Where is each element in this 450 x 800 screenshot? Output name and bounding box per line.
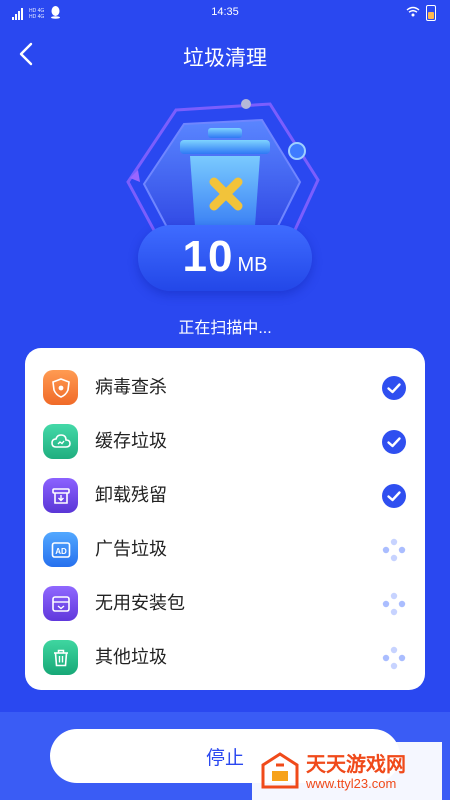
scan-item-label: 无用安装包 <box>95 593 185 613</box>
battery-icon <box>426 5 436 21</box>
site-watermark: 天天游戏网 www.ttyl23.com <box>252 742 442 800</box>
loading-spinner-icon <box>381 537 407 563</box>
trash-icon <box>43 640 78 675</box>
ad-icon: AD <box>43 532 78 567</box>
loading-spinner-icon <box>381 645 407 671</box>
scan-item-other[interactable]: 其他垃圾 <box>25 628 425 682</box>
package-icon <box>43 586 78 621</box>
loading-spinner-icon <box>381 591 407 617</box>
scan-item-label: 卸载残留 <box>95 485 167 505</box>
junk-size-value: 10 <box>182 232 234 281</box>
watermark-url: www.ttyl23.com <box>306 776 397 791</box>
scan-item-label: 病毒查杀 <box>95 377 167 397</box>
scan-item-label: 其他垃圾 <box>95 647 167 667</box>
scan-status-text: 正在扫描中... <box>178 320 272 337</box>
uninstall-box-icon <box>43 478 78 513</box>
watermark-logo-icon <box>261 752 299 789</box>
wifi-icon <box>406 6 420 20</box>
navigation-bar: 垃圾清理 <box>0 34 450 74</box>
clock: 14:35 <box>211 6 239 18</box>
scan-items-card: 病毒查杀 缓存垃圾 卸载残留 AD 广告垃圾 无用安装包 其他垃圾 <box>25 348 425 690</box>
scan-item-packages[interactable]: 无用安装包 <box>25 574 425 628</box>
junk-size-readout: 10 MB <box>138 232 312 282</box>
orbit-ball-icon <box>288 142 306 160</box>
check-done-icon <box>381 483 407 509</box>
check-done-icon <box>381 375 407 401</box>
virus-shield-icon <box>43 370 78 405</box>
scan-item-label: 缓存垃圾 <box>95 431 167 451</box>
svg-text:AD: AD <box>55 547 67 556</box>
check-done-icon <box>381 429 407 455</box>
orbit-dot-icon <box>241 99 251 109</box>
scan-item-cache[interactable]: 缓存垃圾 <box>25 412 425 466</box>
page-title: 垃圾清理 <box>183 47 267 70</box>
scan-item-ads[interactable]: AD 广告垃圾 <box>25 520 425 574</box>
scan-item-label: 广告垃圾 <box>95 539 167 559</box>
scan-item-virus[interactable]: 病毒查杀 <box>25 358 425 412</box>
scan-item-uninstall[interactable]: 卸载残留 <box>25 466 425 520</box>
status-bar: HD 4G HD 4G 14:35 <box>0 0 450 28</box>
watermark-title: 天天游戏网 <box>306 754 406 776</box>
junk-size-unit: MB <box>237 254 268 276</box>
cloud-cache-icon <box>43 424 78 459</box>
